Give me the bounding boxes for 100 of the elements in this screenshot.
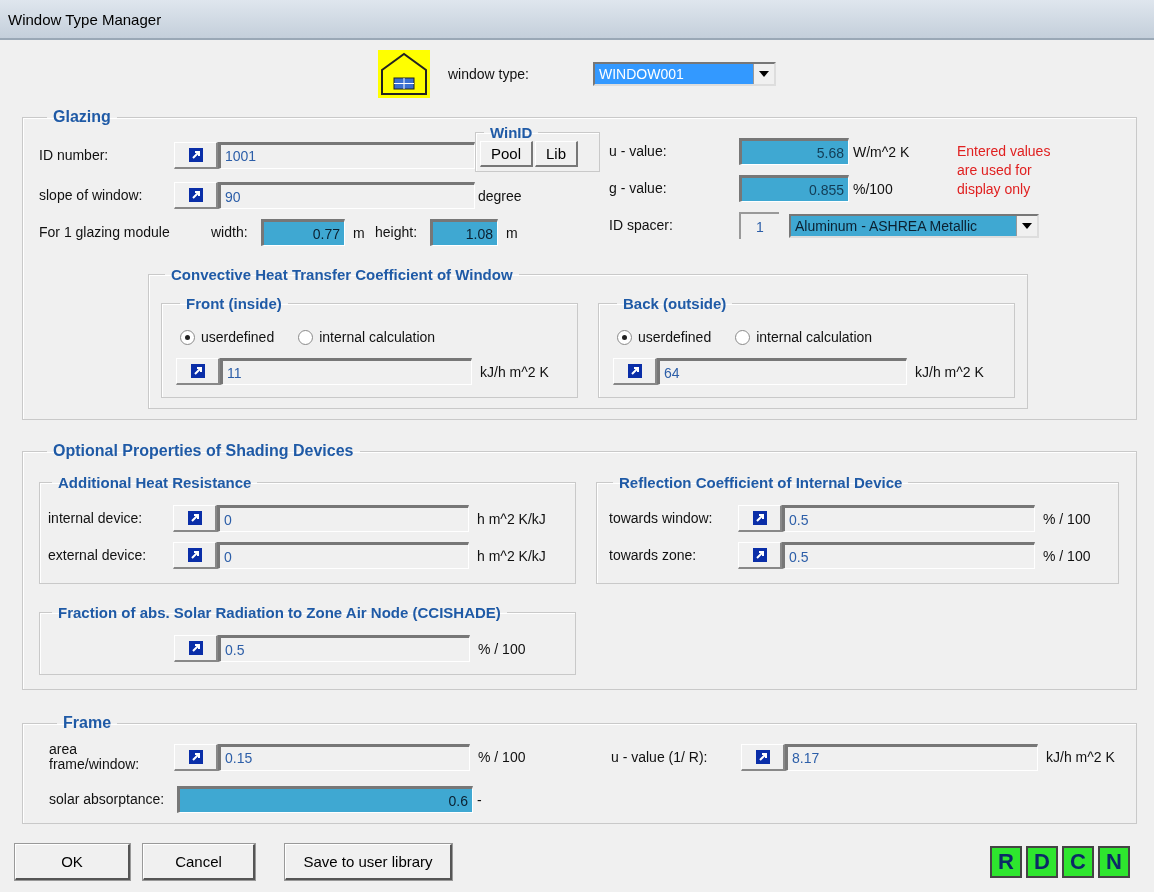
- arrow-icon: [187, 548, 202, 562]
- input-field[interactable]: 64: [657, 358, 907, 385]
- input-field[interactable]: 0: [217, 542, 469, 569]
- group-title: Additional Heat Resistance: [57, 474, 253, 491]
- unit-label: -: [477, 791, 482, 808]
- input-field[interactable]: 5.68: [739, 138, 849, 165]
- input-field[interactable]: 0.15: [218, 743, 470, 771]
- input-field[interactable]: 0.5: [782, 542, 1035, 569]
- input-field[interactable]: 1001: [218, 141, 475, 169]
- section-title: Frame: [62, 714, 113, 732]
- input-field[interactable]: 1.08: [430, 219, 498, 246]
- flag-button[interactable]: N: [1098, 846, 1130, 878]
- input-field[interactable]: 0.855: [739, 175, 849, 202]
- arrow-icon: [755, 749, 770, 764]
- input-field[interactable]: 8.17: [785, 743, 1038, 771]
- unit-label: h m^2 K/kJ: [477, 547, 546, 564]
- field-label: towards zone:: [609, 548, 698, 563]
- input-field[interactable]: 11: [220, 358, 472, 385]
- unit-label: kJ/h m^2 K: [480, 363, 549, 380]
- arrow-button[interactable]: [176, 358, 220, 385]
- dialog-button[interactable]: OK: [15, 844, 130, 880]
- arrow-button[interactable]: [173, 505, 217, 532]
- arrow-button[interactable]: [174, 182, 218, 209]
- flag-button[interactable]: D: [1026, 846, 1058, 878]
- section-title: Glazing: [52, 108, 112, 126]
- field-label: u - value:: [609, 144, 668, 159]
- dropdown-button[interactable]: [1016, 215, 1037, 236]
- group-title: Convective Heat Transfer Coefficient of Window: [170, 266, 514, 283]
- field-label: ID spacer:: [609, 218, 674, 233]
- input-field[interactable]: 0.77: [261, 219, 345, 246]
- field-label: towards window:: [609, 511, 714, 526]
- arrow-icon: [188, 188, 203, 202]
- arrow-icon: [188, 749, 203, 764]
- unit-label: % / 100: [478, 749, 526, 765]
- arrow-icon: [627, 364, 642, 378]
- winid-button[interactable]: Lib: [535, 141, 579, 167]
- input-field[interactable]: 0.6: [177, 786, 473, 813]
- unit-label: kJ/h m^2 K: [1046, 749, 1115, 765]
- arrow-icon: [187, 511, 202, 525]
- field-label: width:: [211, 225, 249, 240]
- group-title: WinID: [489, 124, 534, 141]
- option-label: internal calculation: [756, 329, 873, 345]
- spacer-dropdown[interactable]: Aluminum - ASHREA Metallic: [789, 213, 1039, 238]
- unit-label: W/m^2 K: [853, 143, 911, 160]
- option-label: userdefined: [201, 329, 275, 345]
- option-label: internal calculation: [319, 329, 436, 345]
- option-label: userdefined: [638, 329, 712, 345]
- input-field[interactable]: 90: [218, 182, 475, 209]
- unit-label: degree: [478, 187, 523, 204]
- field-label: window type:: [448, 66, 530, 82]
- unit-label: m: [506, 224, 518, 241]
- group-title: Front (inside): [185, 295, 283, 312]
- arrow-icon: [752, 548, 767, 562]
- input-field[interactable]: 0: [217, 505, 469, 532]
- unit-label: h m^2 K/kJ: [477, 510, 546, 527]
- field-label: area frame/window:: [49, 742, 141, 772]
- group-title: Back (outside): [622, 295, 728, 312]
- unit-label: % / 100: [478, 640, 526, 657]
- field-label: height:: [375, 225, 419, 240]
- field-label: g - value:: [609, 181, 668, 196]
- dropdown-button[interactable]: [753, 64, 774, 84]
- input-field[interactable]: 0.5: [218, 635, 470, 662]
- radio-button[interactable]: [617, 329, 632, 345]
- dialog-button[interactable]: Save to user library: [285, 844, 452, 880]
- arrow-button[interactable]: [738, 505, 782, 532]
- group-title: Reflection Coefficient of Internal Device: [618, 474, 904, 491]
- field-label: slope of window:: [39, 188, 144, 203]
- caret-icon: [759, 71, 769, 77]
- arrow-button[interactable]: [174, 743, 218, 771]
- input-field[interactable]: 0.5: [782, 505, 1035, 532]
- radio-button[interactable]: [735, 329, 751, 345]
- arrow-button[interactable]: [173, 542, 217, 569]
- field-label: external device:: [48, 548, 148, 563]
- caret-icon: [1022, 222, 1032, 229]
- arrow-button[interactable]: [613, 358, 657, 385]
- unit-label: %/100: [853, 180, 894, 197]
- display-note: Entered values are used for display only: [957, 141, 1052, 199]
- arrow-button[interactable]: [738, 542, 782, 569]
- arrow-button[interactable]: [741, 743, 785, 771]
- radio-button[interactable]: [298, 329, 314, 345]
- house-icon: [378, 50, 430, 98]
- flag-button[interactable]: C: [1062, 846, 1094, 878]
- unit-label: m: [353, 224, 366, 241]
- dialog-button[interactable]: Cancel: [143, 844, 255, 880]
- winid-button[interactable]: Pool: [480, 141, 534, 167]
- flag-button[interactable]: R: [990, 846, 1022, 878]
- arrow-button[interactable]: [174, 141, 218, 169]
- arrow-icon: [752, 511, 767, 525]
- arrow-icon: [188, 641, 203, 655]
- field-label: internal device:: [48, 511, 144, 526]
- spacer-id-field[interactable]: 1: [739, 212, 779, 239]
- unit-label: kJ/h m^2 K: [915, 363, 984, 380]
- field-label: ID number:: [39, 147, 110, 163]
- arrow-button[interactable]: [174, 635, 218, 662]
- section-title: Optional Properties of Shading Devices: [52, 442, 355, 460]
- arrow-icon: [190, 364, 205, 378]
- radio-button[interactable]: [180, 329, 195, 345]
- unit-label: % / 100: [1043, 510, 1091, 527]
- window-title: Window Type Manager: [8, 10, 162, 28]
- field-label: For 1 glazing module: [39, 225, 171, 240]
